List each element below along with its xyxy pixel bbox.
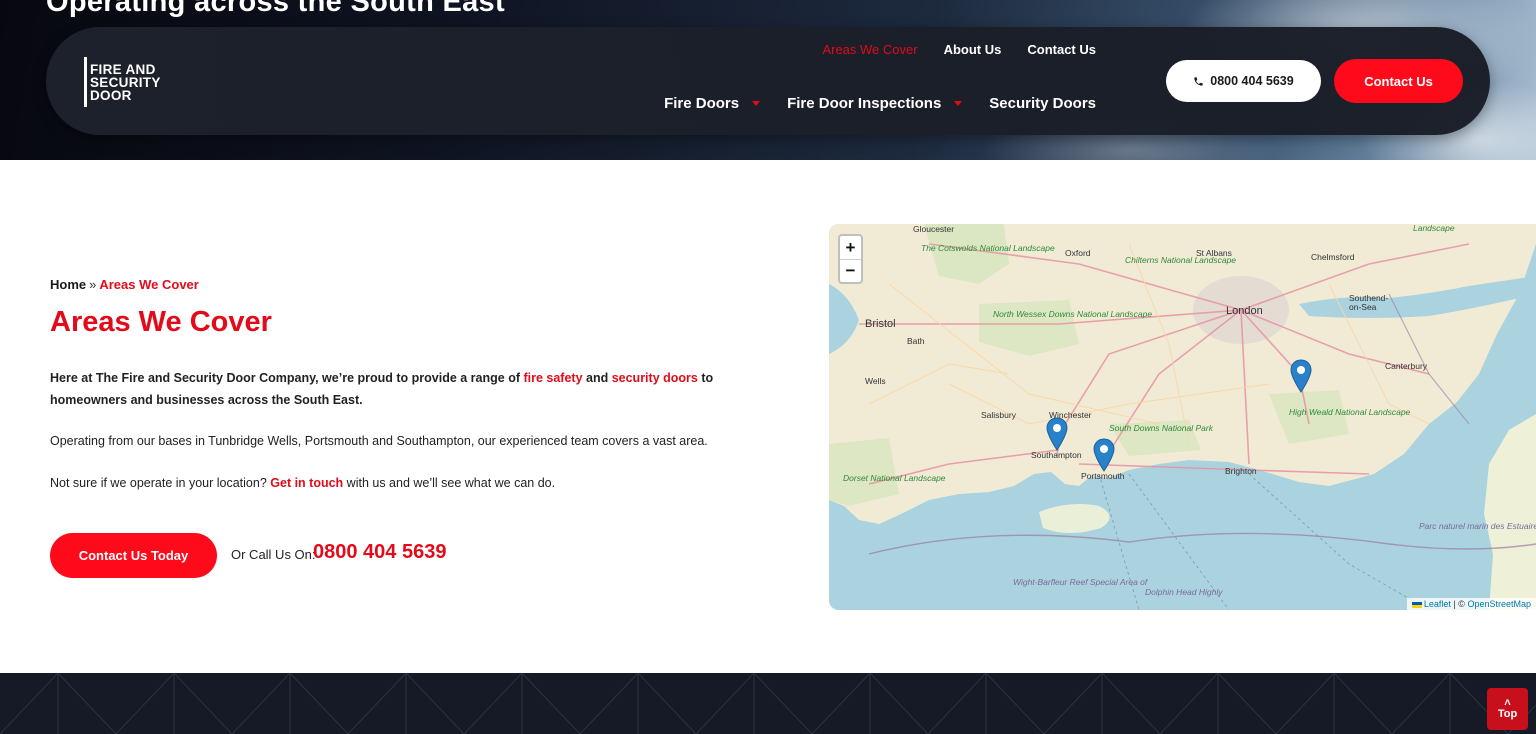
page-title: Areas We Cover [50,306,272,338]
park-label: High Weald National Landscape [1289,408,1410,417]
zoom-in-button[interactable]: + [840,236,861,259]
intro-text: Here at The Fire and Security Door Compa… [50,371,524,385]
openstreetmap-link[interactable]: OpenStreetMap [1467,599,1531,609]
nav-menu-label: Fire Doors [664,95,740,112]
place-southampton: Southampton [1031,450,1082,460]
hero-title: Operating across the South East [46,0,505,18]
get-in-touch-link[interactable]: Get in touch [270,476,343,490]
location-paragraph: Not sure if we operate in your location?… [50,472,770,494]
breadcrumb-home[interactable]: Home [50,277,86,292]
breadcrumb-current: Areas We Cover [99,277,199,292]
header-contact-button[interactable]: Contact Us [1334,59,1463,103]
call-label: Or Call Us On: [231,547,316,562]
place-bristol: Bristol [865,318,896,330]
nav-link-areas-we-cover[interactable]: Areas We Cover [822,42,917,57]
place-southend: Southend-on-Sea [1349,293,1389,312]
intro-paragraph: Here at The Fire and Security Door Compa… [50,367,750,411]
map-marker-portsmouth[interactable] [1093,438,1115,472]
place-salisbury: Salisbury [981,410,1016,420]
nav-menu-fire-door-inspections[interactable]: Fire Door Inspections [787,95,963,112]
coverage-map[interactable]: Gloucester Oxford St Albans Chelmsford B… [829,224,1536,610]
park-label: Chilterns National Landscape [1125,255,1237,265]
place-bath: Bath [907,336,925,346]
place-portsmouth: Portsmouth [1081,471,1125,481]
nav-menu-fire-doors[interactable]: Fire Doors [664,95,761,112]
intro-text: and [582,371,612,385]
footer [0,673,1536,734]
main-navigation: FIRE AND SECURITY DOOR Areas We Cover Ab… [46,27,1490,135]
caret-down-icon [954,101,963,106]
park-area [829,438,899,506]
footer-pattern [0,673,1536,734]
call-number-link[interactable]: 0800 404 5639 [313,541,446,564]
park-label: Dolphin Head Highly [1145,587,1223,597]
caret-down-icon [752,101,761,106]
site-logo[interactable]: FIRE AND SECURITY DOOR [84,57,174,107]
map-marker-tunbridge-wells[interactable] [1290,359,1312,393]
logo-bar [84,57,87,107]
nav-menu-label: Security Doors [989,95,1096,112]
zoom-out-button[interactable]: − [840,259,861,282]
park-label: The Cotswolds National Landscape [921,243,1055,253]
park-label: Dorset National Landscape [843,473,946,483]
nav-link-about-us[interactable]: About Us [944,42,1002,57]
place-wells: Wells [865,376,886,386]
nav-link-contact-us[interactable]: Contact Us [1027,42,1096,57]
phone-button[interactable]: 0800 404 5639 [1166,60,1321,102]
bases-paragraph: Operating from our bases in Tunbridge We… [50,434,708,448]
park-label: Parc naturel marin des Estuaires picards… [1419,522,1536,531]
security-doors-link[interactable]: security doors [612,371,698,385]
place-chelmsford: Chelmsford [1311,252,1355,262]
park-label: South Downs National Park [1109,423,1213,433]
breadcrumb-separator: » [89,277,97,292]
scroll-to-top-button[interactable]: ˄ Top [1487,688,1528,730]
place-london: London [1226,305,1263,317]
park-label: Landscape [1413,224,1455,233]
location-text: Not sure if we operate in your location? [50,476,271,490]
page: Operating across the South East FIRE AND… [0,0,1536,734]
logo-line: SECURITY [90,74,161,90]
zoom-control: + − [838,234,863,284]
place-brighton: Brighton [1225,466,1257,476]
logo-text: FIRE AND SECURITY DOOR [90,57,161,107]
logo-line: DOOR [90,87,132,103]
nav-menu-security-doors[interactable]: Security Doors [989,95,1096,112]
phone-icon [1194,76,1203,86]
map-attribution: Leaflet | © OpenStreetMap [1406,598,1536,610]
nav-menu-label: Fire Door Inspections [787,95,942,112]
fire-safety-link[interactable]: fire safety [523,371,582,385]
phone-number: 0800 404 5639 [1210,74,1294,88]
park-label: Wight-Barfleur Reef Special Area of [1013,578,1147,587]
logo-line: FIRE AND [90,61,156,77]
ukraine-flag-icon [1411,601,1422,608]
place-oxford: Oxford [1065,248,1091,258]
leaflet-link[interactable]: Leaflet [1424,599,1451,609]
top-label: Top [1497,708,1518,720]
map-tiles [829,224,1536,610]
breadcrumb: Home» Areas We Cover [50,277,199,292]
place-gloucester: Gloucester [913,224,955,234]
top-links: Areas We Cover About Us Contact Us [822,42,1096,57]
main-links: Fire Doors Fire Door Inspections Securit… [664,95,1096,112]
hero-banner: Operating across the South East FIRE AND… [0,0,1536,160]
contact-us-today-button[interactable]: Contact Us Today [50,533,217,578]
park-label: North Wessex Downs National Landscape [993,310,1152,319]
map-marker-southampton[interactable] [1046,417,1068,451]
location-text: with us and we’ll see what we can do. [343,476,556,490]
attribution-separator: | © [1453,599,1465,609]
place-canterbury: Canterbury [1385,361,1428,371]
